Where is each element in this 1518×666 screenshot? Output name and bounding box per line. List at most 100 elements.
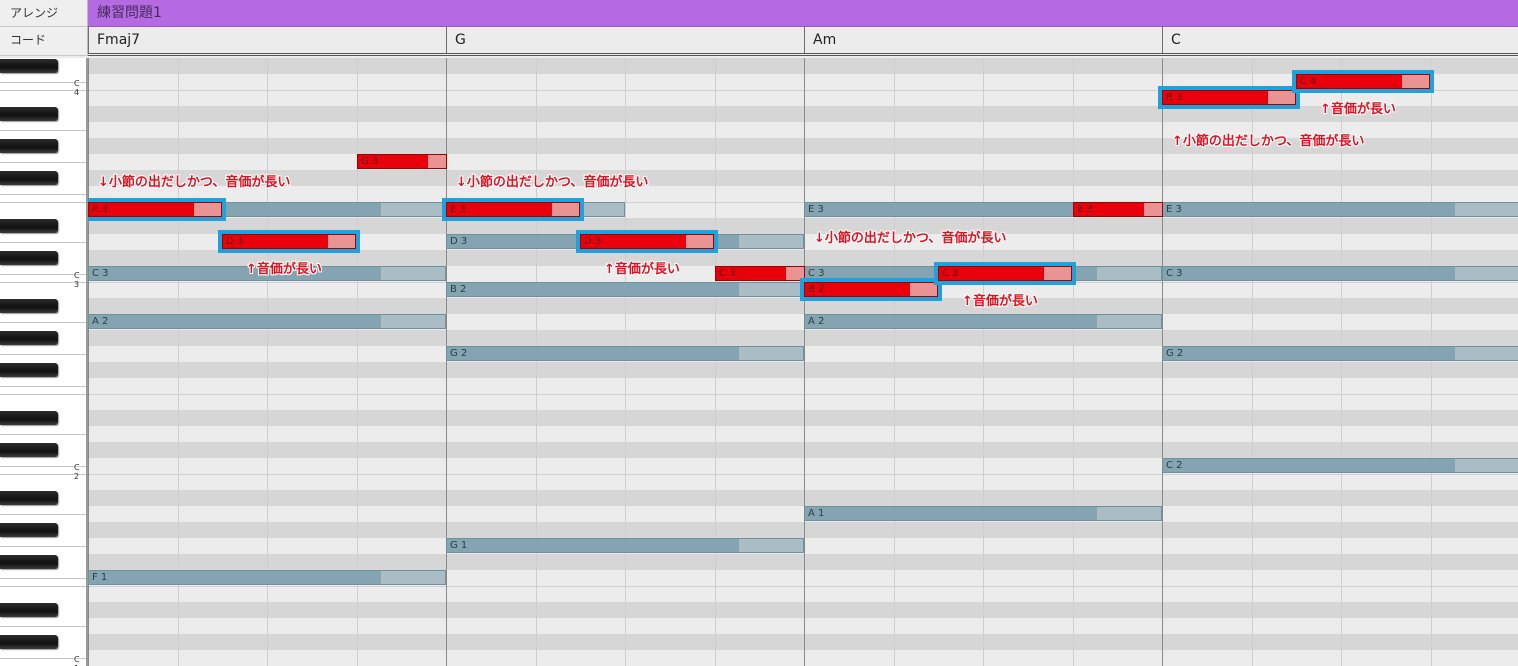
- note-release-tail: [739, 235, 803, 248]
- note-label: C 2: [1166, 460, 1183, 471]
- chord-event[interactable]: Am: [804, 27, 1162, 53]
- pitch-row: [88, 522, 1518, 538]
- bass-note[interactable]: A 2: [804, 314, 1162, 329]
- bar-line: [804, 58, 805, 666]
- piano-black-key[interactable]: [0, 523, 58, 537]
- melody-note[interactable]: C 3: [715, 266, 805, 281]
- octave-label: C 1: [74, 655, 80, 666]
- octave-label: C 3: [74, 271, 80, 289]
- bass-note[interactable]: B 2: [446, 282, 804, 297]
- note-release-tail: [739, 539, 803, 552]
- bass-note[interactable]: C 3: [1162, 266, 1518, 281]
- piano-black-key[interactable]: [0, 603, 58, 617]
- chord-event[interactable]: C: [1162, 27, 1518, 53]
- note-label: G 3: [361, 156, 379, 167]
- note-label: A 2: [92, 316, 109, 327]
- beat-line: [983, 58, 984, 666]
- note-release-tail: [1455, 267, 1518, 280]
- note-label: C 3: [1166, 268, 1183, 279]
- pitch-row: [88, 634, 1518, 650]
- bass-note[interactable]: A 2: [88, 314, 446, 329]
- piano-black-key[interactable]: [0, 139, 58, 153]
- note-release-tail: [381, 315, 445, 328]
- note-highlight-box: [800, 278, 942, 301]
- note-label: E 3: [1077, 204, 1093, 215]
- piano-white-key-border: [0, 194, 86, 195]
- annotation-text: ↑音価が長い: [1320, 102, 1396, 117]
- piano-white-key-border: [0, 322, 86, 323]
- arrange-section-title: 練習問題1: [97, 5, 162, 21]
- chord-event[interactable]: G: [446, 27, 804, 53]
- piano-black-key[interactable]: [0, 171, 58, 185]
- pitch-row: [88, 586, 1518, 603]
- piano-black-key[interactable]: [0, 107, 58, 121]
- note-release-tail: [1097, 315, 1161, 328]
- pitch-row: [88, 106, 1518, 122]
- piano-white-key-border: [0, 514, 86, 515]
- note-highlight-box: [1292, 70, 1434, 93]
- bass-note[interactable]: G 1: [446, 538, 804, 553]
- pitch-row: [88, 394, 1518, 411]
- melody-note[interactable]: G 3: [357, 154, 447, 169]
- beat-line: [625, 58, 626, 666]
- arrange-track-label: アレンジ: [0, 0, 88, 27]
- piano-black-key[interactable]: [0, 491, 58, 505]
- piano-white-key-border: [0, 586, 86, 587]
- bass-note[interactable]: G 2: [446, 346, 804, 361]
- piano-black-key[interactable]: [0, 219, 58, 233]
- piano-black-key[interactable]: [0, 635, 58, 649]
- note-label: A 2: [808, 316, 825, 327]
- piano-white-key-border: [0, 394, 86, 395]
- beat-line: [1073, 58, 1074, 666]
- piano-white-key-border: [0, 546, 86, 547]
- note-label: E 3: [1166, 204, 1182, 215]
- note-label: E 3: [808, 204, 824, 215]
- annotation-text: ↑音価が長い: [246, 262, 322, 277]
- piano-black-key[interactable]: [0, 411, 58, 425]
- annotation-text: ↑小節の出だしかつ、音価が長い: [1172, 134, 1365, 149]
- bass-note[interactable]: E 3: [1162, 202, 1518, 217]
- piano-white-key-border: [0, 202, 86, 203]
- pitch-row: [88, 426, 1518, 442]
- piano-black-key[interactable]: [0, 331, 58, 345]
- arrange-section-block[interactable]: 練習問題1: [88, 0, 1518, 27]
- piano-black-key[interactable]: [0, 363, 58, 377]
- piano-roll-grid[interactable]: E 3C 3A 2F 1E 3D 3B 2G 2G 1E 3C 3A 2A 1E…: [88, 58, 1518, 666]
- chord-event[interactable]: Fmaj7: [88, 27, 446, 53]
- piano-keyboard[interactable]: C 4 C 3 C 2 C 1: [0, 58, 88, 666]
- annotation-text: ↓小節の出だしかつ、音価が長い: [814, 231, 1007, 246]
- note-release-tail: [739, 283, 803, 296]
- bar-line: [446, 58, 447, 666]
- bass-note[interactable]: C 2: [1162, 458, 1518, 473]
- beat-line: [536, 58, 537, 666]
- note-label: D 3: [450, 236, 468, 247]
- annotation-text: ↓小節の出だしかつ、音価が長い: [456, 175, 649, 190]
- note-release-tail: [1144, 203, 1162, 216]
- annotation-text: ↑音価が長い: [604, 262, 680, 277]
- pitch-row: [88, 330, 1518, 346]
- note-release-tail: [381, 267, 445, 280]
- pitch-row: [88, 650, 1518, 666]
- note-label: C 3: [719, 268, 736, 279]
- piano-black-key[interactable]: [0, 555, 58, 569]
- note-release-tail: [1455, 203, 1518, 216]
- piano-black-key[interactable]: [0, 59, 58, 73]
- note-highlight-box: [88, 198, 226, 221]
- note-label: C 3: [92, 268, 109, 279]
- bass-note[interactable]: A 1: [804, 506, 1162, 521]
- piano-white-key-border: [0, 434, 86, 435]
- note-label: A 1: [808, 508, 825, 519]
- bass-note[interactable]: F 1: [88, 570, 446, 585]
- piano-black-key[interactable]: [0, 299, 58, 313]
- melody-note[interactable]: E 3: [1073, 202, 1163, 217]
- beat-line: [1431, 58, 1432, 666]
- annotation-text: ↓小節の出だしかつ、音価が長い: [98, 175, 291, 190]
- note-label: B 2: [450, 284, 467, 295]
- note-release-tail: [381, 571, 445, 584]
- piano-black-key[interactable]: [0, 443, 58, 457]
- piano-black-key[interactable]: [0, 251, 58, 265]
- annotation-text: ↑音価が長い: [962, 294, 1038, 309]
- bass-note[interactable]: G 2: [1162, 346, 1518, 361]
- beat-line: [1252, 58, 1253, 666]
- piano-white-key-border: [0, 354, 86, 355]
